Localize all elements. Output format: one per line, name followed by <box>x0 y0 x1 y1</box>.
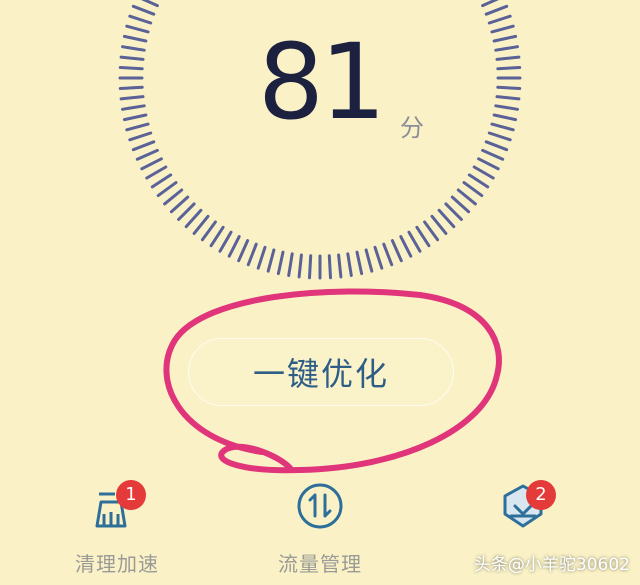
dial-tick <box>450 195 471 214</box>
dial-tick <box>125 122 150 132</box>
dial-tick <box>399 235 413 258</box>
dial-tick <box>492 34 518 43</box>
dial-tick <box>415 225 431 248</box>
dial-tick <box>156 181 178 198</box>
dial-tick <box>487 14 512 25</box>
dial-tick <box>444 202 463 221</box>
dial-tick <box>495 95 521 101</box>
dial-tick <box>121 45 146 52</box>
dial-tick <box>192 214 210 235</box>
dial-tick <box>140 157 163 171</box>
dial-tick <box>472 165 495 180</box>
optimize-button-label: 一键优化 <box>252 355 389 393</box>
dial-tick <box>437 208 456 229</box>
nav-label-clean: 清理加速 <box>75 552 159 576</box>
dial-tick <box>209 225 225 248</box>
dial-tick <box>141 0 159 8</box>
dial-tick <box>122 113 148 122</box>
dial-tick <box>125 24 150 34</box>
dial-tick <box>484 140 509 152</box>
dial-tick <box>382 242 394 267</box>
dial-tick <box>364 248 374 273</box>
nav-item-traffic-management[interactable]: 流量管理 <box>245 478 395 585</box>
dial-tick <box>327 254 332 280</box>
nav-item-clean-speedup[interactable]: 1 清理加速 <box>42 478 192 585</box>
dial-tick <box>496 66 522 71</box>
dial-tick <box>423 220 440 242</box>
dial-tick <box>118 66 144 71</box>
dial-tick <box>481 148 505 161</box>
watermark-text: 头条@小羊驼30602 <box>473 555 630 575</box>
dial-tick <box>496 85 522 90</box>
dial-tick <box>492 113 518 122</box>
dial-tick <box>490 24 515 34</box>
data-traffic-icon <box>297 483 343 529</box>
dial-tick <box>346 252 353 277</box>
badge-clean-count: 1 <box>116 480 146 510</box>
dial-tick <box>481 0 499 8</box>
dial-tick <box>490 122 515 132</box>
dial-tick <box>477 157 500 171</box>
dial-tick <box>163 188 184 206</box>
dial-tick <box>456 188 477 206</box>
dial-tick <box>297 253 303 279</box>
dial-tick <box>276 250 285 276</box>
dial-tick <box>169 195 190 214</box>
dial-tick <box>131 4 156 16</box>
score-unit: 分 <box>400 114 424 142</box>
badge-security-count: 2 <box>526 480 556 510</box>
dial-tick <box>200 220 217 242</box>
dial-tick <box>119 95 145 101</box>
dial-tick <box>128 131 153 142</box>
dial-tick <box>430 214 448 235</box>
dial-tick <box>128 14 153 25</box>
dial-tick <box>118 85 144 90</box>
dial-tick <box>237 239 250 263</box>
dial-tick <box>495 55 521 61</box>
dial-tick <box>337 253 343 279</box>
dial-tick <box>484 4 509 16</box>
dial-tick <box>135 148 159 161</box>
dial-tick <box>494 45 519 52</box>
dial-tick <box>287 252 294 277</box>
nav-label-traffic: 流量管理 <box>278 552 362 576</box>
dial-tick <box>266 248 276 273</box>
dial-tick <box>150 173 173 189</box>
dial-tick <box>184 208 203 229</box>
dial-tick <box>246 242 258 267</box>
dial-tick <box>218 230 233 253</box>
dial-tick <box>308 254 313 280</box>
dial-tick <box>487 131 512 142</box>
dial-tick <box>462 181 484 198</box>
dial-tick <box>145 165 168 180</box>
one-click-optimize-button[interactable]: 一键优化 <box>188 338 454 406</box>
dial-tick <box>494 104 519 111</box>
dial-tick <box>256 245 267 270</box>
score-value: 81 <box>257 21 386 143</box>
dial-tick <box>119 55 145 61</box>
dial-tick <box>227 235 241 258</box>
dial-tick <box>177 202 196 221</box>
dial-tick <box>373 245 384 270</box>
dial-tick <box>407 230 422 253</box>
dial-tick <box>121 104 146 111</box>
dial-tick <box>390 239 403 263</box>
dial-tick <box>467 173 490 189</box>
dial-tick <box>131 140 156 152</box>
dial-tick <box>122 34 148 43</box>
dial-tick <box>355 250 364 276</box>
